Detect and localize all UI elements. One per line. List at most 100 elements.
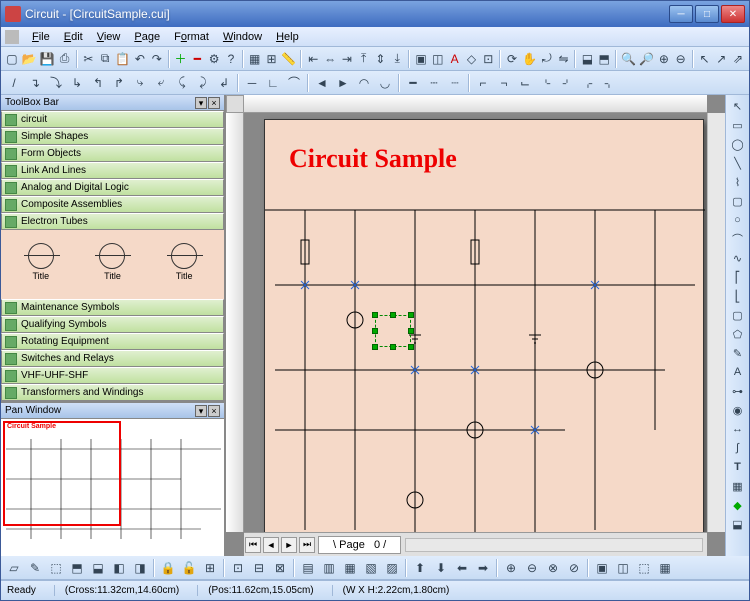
elbow8-icon[interactable]: ⤹	[172, 73, 192, 93]
selection-handle[interactable]	[390, 312, 396, 318]
image-icon[interactable]: ▦	[729, 477, 747, 495]
page-first-button[interactable]: ⏮	[245, 537, 261, 553]
bezier-icon[interactable]: ∫	[729, 439, 747, 457]
selection-handle[interactable]	[390, 344, 396, 350]
curve-icon[interactable]: ∿	[729, 249, 747, 267]
pan-viewport-rect[interactable]	[3, 421, 121, 526]
bt9-icon[interactable]: 🔓	[179, 558, 199, 578]
help-icon[interactable]: ?	[223, 49, 239, 69]
cat-rotating[interactable]: Rotating Equipment	[1, 333, 224, 350]
bt4-icon[interactable]: ⬒	[67, 558, 87, 578]
bt23-icon[interactable]: ⊕	[501, 558, 521, 578]
crop-icon[interactable]: ⊡	[480, 49, 496, 69]
lasso-icon[interactable]: ◯	[729, 135, 747, 153]
canvas[interactable]: Circuit Sample	[244, 113, 707, 532]
text-icon[interactable]: A	[447, 49, 463, 69]
bt7-icon[interactable]: ◨	[130, 558, 150, 578]
jog4-icon[interactable]: ⌎	[536, 73, 556, 93]
toolbox-menu-button[interactable]: ▾	[195, 97, 207, 109]
bt30-icon[interactable]: ▦	[655, 558, 675, 578]
bt3-icon[interactable]: ⬚	[46, 558, 66, 578]
toolbox-close-button[interactable]: ×	[208, 97, 220, 109]
selection-handle[interactable]	[408, 328, 414, 334]
line-dot-icon[interactable]: ┈	[445, 73, 465, 93]
page-tab[interactable]: \ Page 0 /	[318, 536, 401, 554]
cat-switches[interactable]: Switches and Relays	[1, 350, 224, 367]
jog5-icon[interactable]: ⌏	[557, 73, 577, 93]
symbol-item[interactable]: Title	[79, 292, 147, 299]
shape-icon[interactable]: ◇	[464, 49, 480, 69]
cat-link-lines[interactable]: Link And Lines	[1, 162, 224, 179]
page-last-button[interactable]: ⏭	[299, 537, 315, 553]
align-bottom-icon[interactable]: ⤓	[389, 49, 405, 69]
line-icon[interactable]: ╲	[729, 154, 747, 172]
dim-icon[interactable]: ↔	[729, 420, 747, 438]
symbol-item[interactable]: Title	[79, 236, 147, 288]
symbol-item[interactable]: Title	[7, 292, 75, 299]
bt12-icon[interactable]: ⊟	[249, 558, 269, 578]
page[interactable]: Circuit Sample	[264, 119, 704, 532]
arc1-icon[interactable]: ◠	[354, 73, 374, 93]
maximize-button[interactable]: □	[695, 5, 719, 23]
minimize-button[interactable]: ─	[669, 5, 693, 23]
bt25-icon[interactable]: ⊗	[543, 558, 563, 578]
texttool-icon[interactable]: T	[729, 458, 747, 476]
conn-curve-icon[interactable]: ⌒	[284, 73, 304, 93]
marquee-icon[interactable]: ▭	[729, 116, 747, 134]
bt17-icon[interactable]: ▧	[361, 558, 381, 578]
mdi-icon[interactable]	[5, 30, 19, 44]
snap-icon[interactable]: ⊞	[264, 49, 280, 69]
hand-icon[interactable]: ✋	[521, 49, 538, 69]
bt8-icon[interactable]: 🔒	[158, 558, 178, 578]
menu-help[interactable]: Help	[269, 29, 306, 45]
copy-icon[interactable]: ⧉	[97, 49, 113, 69]
menu-file[interactable]: FFileile	[25, 29, 57, 45]
align-left-icon[interactable]: ⇤	[305, 49, 321, 69]
ellipse-icon[interactable]: ○	[729, 211, 747, 229]
selection-handle[interactable]	[372, 344, 378, 350]
elbow7-icon[interactable]: ⤶	[151, 73, 171, 93]
vertical-scrollbar[interactable]	[707, 113, 725, 532]
cat-form-objects[interactable]: Form Objects	[1, 145, 224, 162]
group-icon[interactable]: ▣	[413, 49, 429, 69]
menu-page[interactable]: Page	[127, 29, 167, 45]
elbow9-icon[interactable]: ⤸	[193, 73, 213, 93]
bring-front-icon[interactable]: ⬒	[596, 49, 612, 69]
bt13-icon[interactable]: ⊠	[270, 558, 290, 578]
open-icon[interactable]: 📂	[21, 49, 38, 69]
zoom-page-icon[interactable]: ⊖	[673, 49, 689, 69]
text-tool-icon[interactable]: A	[729, 363, 747, 381]
bt14-icon[interactable]: ▤	[298, 558, 318, 578]
line-solid-icon[interactable]: ━	[403, 73, 423, 93]
arrow2-icon[interactable]: ►	[333, 73, 353, 93]
elbow5-icon[interactable]: ↱	[109, 73, 129, 93]
add-icon[interactable]: ＋	[173, 49, 189, 69]
connector-icon[interactable]: ↗	[713, 49, 729, 69]
jog1-icon[interactable]: ⌐	[473, 73, 493, 93]
grid-icon[interactable]: ▦	[247, 49, 263, 69]
zoom-fit-icon[interactable]: ⊕	[656, 49, 672, 69]
cat-composite[interactable]: Composite Assemblies	[1, 196, 224, 213]
refresh-icon[interactable]: ⟳	[504, 49, 520, 69]
polyline-icon[interactable]: ⌇	[729, 173, 747, 191]
selection-handle[interactable]	[372, 328, 378, 334]
bt21-icon[interactable]: ⬅	[452, 558, 472, 578]
cat-analog-digital[interactable]: Analog and Digital Logic	[1, 179, 224, 196]
jog2-icon[interactable]: ¬	[494, 73, 514, 93]
conn-straight-icon[interactable]: ─	[242, 73, 262, 93]
menu-format[interactable]: Format	[167, 29, 216, 45]
symbol-item[interactable]: Title	[150, 292, 218, 299]
freehand-icon[interactable]: ✎	[729, 344, 747, 362]
settings-icon[interactable]: ⚙	[206, 49, 222, 69]
bracket2-icon[interactable]: ⎣	[729, 287, 747, 305]
bt11-icon[interactable]: ⊡	[228, 558, 248, 578]
pointer-icon[interactable]: ↖	[729, 97, 747, 115]
select-icon[interactable]: ↖	[697, 49, 713, 69]
zoom-in-icon[interactable]: 🔍	[620, 49, 637, 69]
ruler-icon[interactable]: 📏	[280, 49, 297, 69]
align-right-icon[interactable]: ⇥	[339, 49, 355, 69]
zoom-out-icon[interactable]: 🔎	[638, 49, 655, 69]
ruler-vertical[interactable]	[226, 113, 244, 532]
page-prev-button[interactable]: ◄	[263, 537, 279, 553]
pan-preview[interactable]: Circuit Sample	[1, 419, 224, 556]
